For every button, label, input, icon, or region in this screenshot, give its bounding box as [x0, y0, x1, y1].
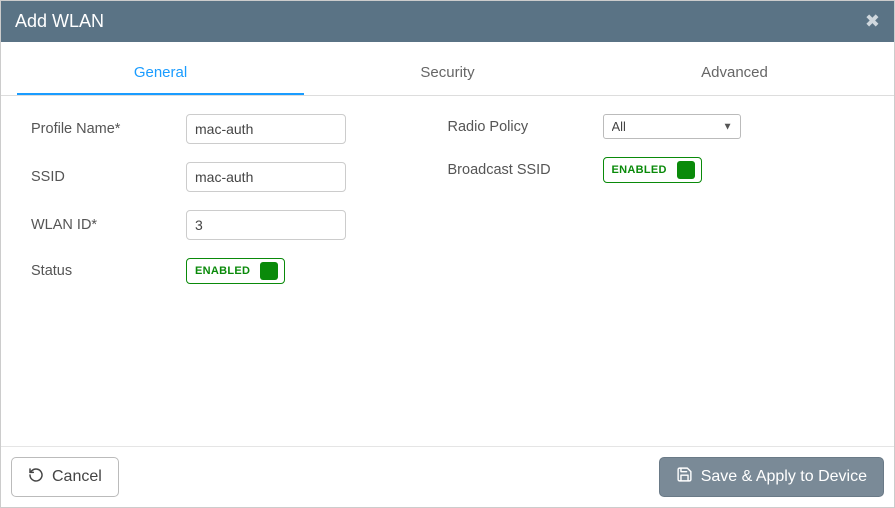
row-broadcast-ssid: Broadcast SSID ENABLED: [448, 157, 865, 183]
cancel-button[interactable]: Cancel: [11, 457, 119, 497]
tab-advanced[interactable]: Advanced: [591, 56, 878, 95]
toggle-status-knob: [260, 262, 278, 280]
dialog-header: Add WLAN ✖: [1, 1, 894, 42]
tab-content: Profile Name* SSID WLAN ID* Status ENABL…: [1, 96, 894, 446]
input-wlan-id[interactable]: [186, 210, 346, 240]
select-wrap-radio-policy: All ▼: [603, 114, 741, 139]
undo-icon: [28, 467, 44, 488]
toggle-status[interactable]: ENABLED: [186, 258, 285, 284]
dialog-footer: Cancel Save & Apply to Device: [1, 446, 894, 507]
input-profile-name[interactable]: [186, 114, 346, 144]
toggle-status-label: ENABLED: [195, 265, 250, 277]
toggle-broadcast-knob: [677, 161, 695, 179]
tab-general[interactable]: General: [17, 56, 304, 95]
tab-security[interactable]: Security: [304, 56, 591, 95]
save-label: Save & Apply to Device: [701, 468, 867, 486]
add-wlan-dialog: Add WLAN ✖ General Security Advanced Pro…: [0, 0, 895, 508]
label-wlan-id: WLAN ID*: [31, 217, 186, 233]
row-status: Status ENABLED: [31, 258, 448, 284]
close-icon[interactable]: ✖: [865, 11, 880, 32]
toggle-broadcast-ssid[interactable]: ENABLED: [603, 157, 702, 183]
right-column: Radio Policy All ▼ Broadcast SSID ENABLE…: [448, 114, 865, 366]
row-ssid: SSID: [31, 162, 448, 192]
label-radio-policy: Radio Policy: [448, 119, 603, 135]
save-button[interactable]: Save & Apply to Device: [659, 457, 884, 497]
label-broadcast-ssid: Broadcast SSID: [448, 162, 603, 178]
label-ssid: SSID: [31, 169, 186, 185]
row-radio-policy: Radio Policy All ▼: [448, 114, 865, 139]
row-wlan-id: WLAN ID*: [31, 210, 448, 240]
toggle-broadcast-label: ENABLED: [612, 164, 667, 176]
dialog-title: Add WLAN: [15, 11, 104, 32]
label-profile-name: Profile Name*: [31, 121, 186, 137]
row-profile-name: Profile Name*: [31, 114, 448, 144]
left-column: Profile Name* SSID WLAN ID* Status ENABL…: [31, 114, 448, 366]
input-ssid[interactable]: [186, 162, 346, 192]
cancel-label: Cancel: [52, 468, 102, 486]
save-icon: [676, 466, 693, 488]
tabs: General Security Advanced: [1, 56, 894, 96]
label-status: Status: [31, 263, 186, 279]
select-radio-policy[interactable]: All: [603, 114, 741, 139]
